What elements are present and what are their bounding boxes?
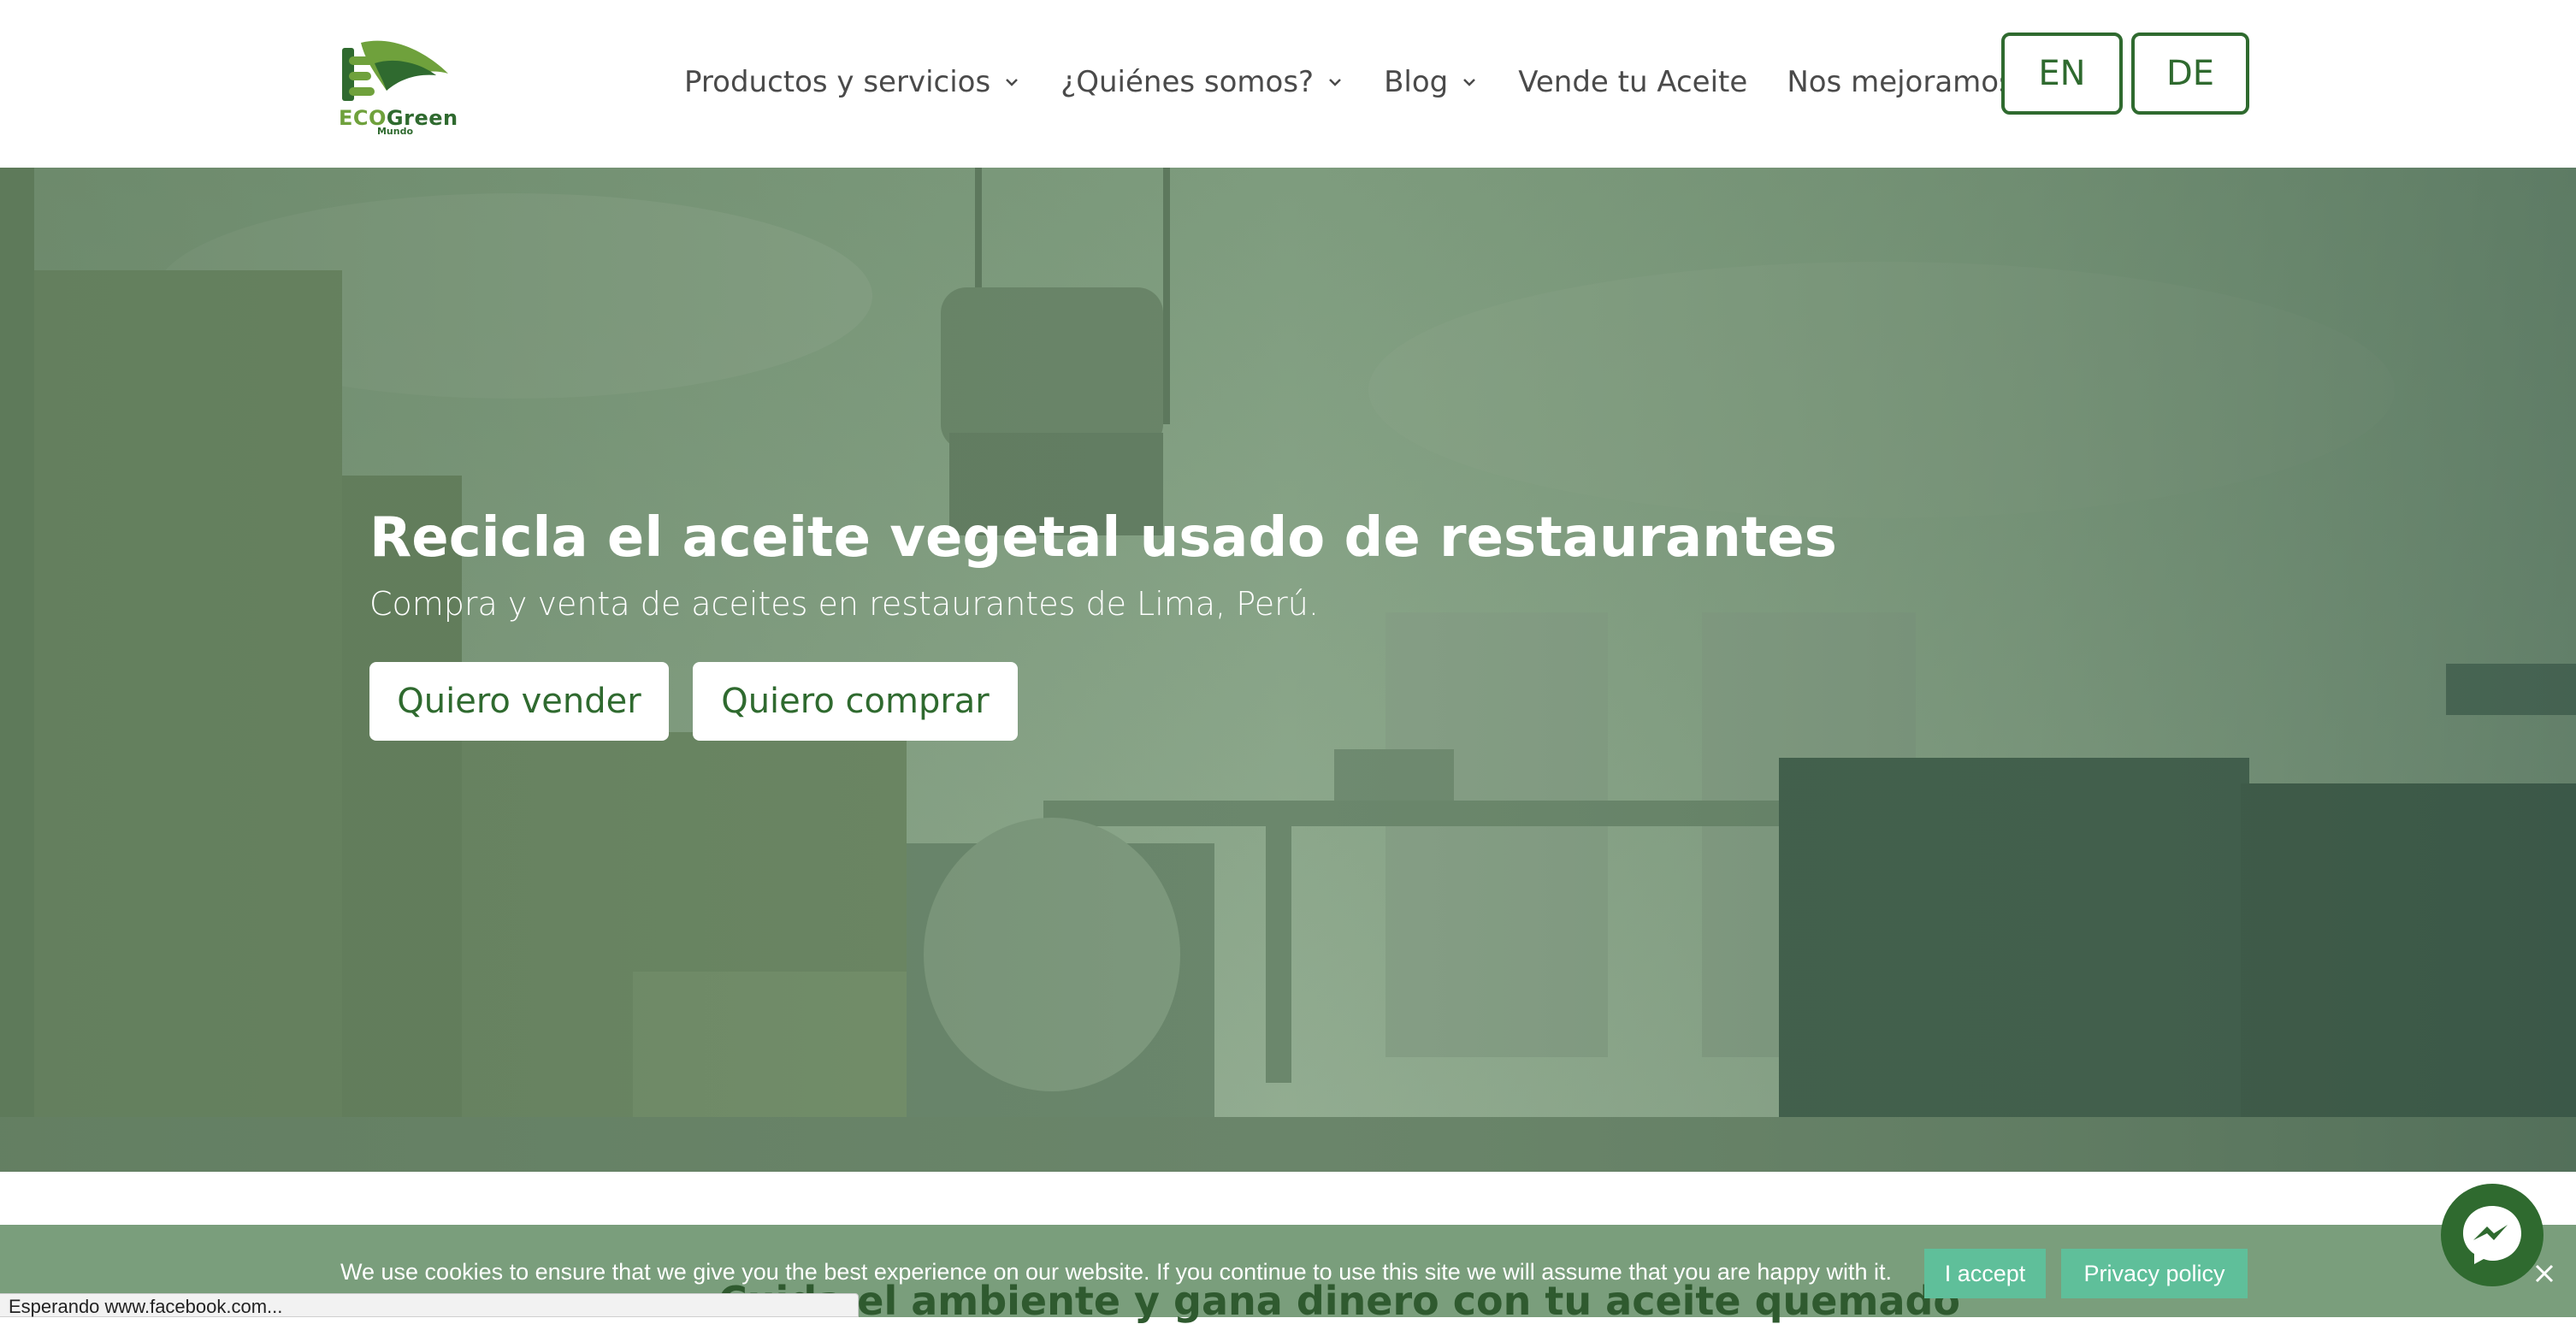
logo-mark xyxy=(342,40,448,101)
buy-button[interactable]: Quiero comprar xyxy=(693,662,1018,741)
nav-item-nos-mejoramos[interactable]: Nos mejoramos xyxy=(1787,65,2014,99)
site-header: ECOGreen Mundo Productos y servicios ¿Qu… xyxy=(0,0,2576,168)
cookie-accept-button[interactable]: I accept xyxy=(1924,1249,2046,1298)
browser-status-bar: Esperando www.facebook.com... xyxy=(0,1293,859,1317)
messenger-chat-button[interactable] xyxy=(2441,1184,2544,1286)
hero-title: Recicla el aceite vegetal usado de resta… xyxy=(369,506,1837,570)
nav-item-blog[interactable]: Blog xyxy=(1384,65,1479,99)
messenger-icon xyxy=(2463,1206,2521,1264)
language-en-button[interactable]: EN xyxy=(2001,33,2123,115)
nav-item-label: Nos mejoramos xyxy=(1787,65,2014,99)
nav-item-productos[interactable]: Productos y servicios xyxy=(684,65,1021,99)
hero-subtitle: Compra y venta de aceites en restaurante… xyxy=(369,585,1319,623)
chevron-down-icon xyxy=(1329,79,1341,86)
language-de-button[interactable]: DE xyxy=(2131,33,2249,115)
privacy-policy-button[interactable]: Privacy policy xyxy=(2061,1249,2248,1298)
chevron-down-icon xyxy=(1463,79,1476,86)
main-nav: Productos y servicios ¿Quiénes somos? Bl… xyxy=(684,58,2014,106)
logo-tagline: Mundo xyxy=(376,126,414,137)
chevron-down-icon xyxy=(1006,79,1019,86)
nav-item-label: Blog xyxy=(1384,65,1449,99)
ecogreen-logo[interactable]: ECOGreen Mundo xyxy=(335,38,458,137)
nav-item-label: Productos y servicios xyxy=(684,65,991,99)
nav-item-vende-tu-aceite[interactable]: Vende tu Aceite xyxy=(1518,65,1747,99)
cookie-text: We use cookies to ensure that we give yo… xyxy=(340,1259,1892,1285)
sell-button[interactable]: Quiero vender xyxy=(369,662,669,741)
status-text: Esperando www.facebook.com... xyxy=(9,1296,283,1317)
nav-item-label: Vende tu Aceite xyxy=(1518,65,1748,99)
close-icon[interactable] xyxy=(2532,1261,2557,1286)
nav-item-quienes-somos[interactable]: ¿Quiénes somos? xyxy=(1061,65,1344,99)
hero-section: Recicla el aceite vegetal usado de resta… xyxy=(0,168,2576,1172)
nav-item-label: ¿Quiénes somos? xyxy=(1061,65,1315,99)
cookie-notice: We use cookies to ensure that we give yo… xyxy=(0,1249,2576,1300)
